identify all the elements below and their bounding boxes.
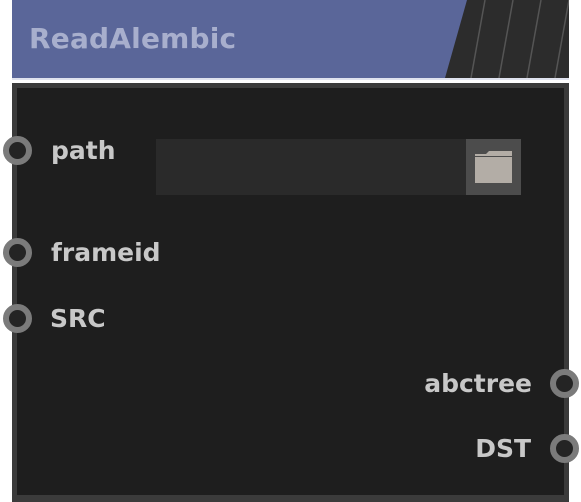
frameid-input-label: frameid <box>51 238 161 267</box>
src-input-port[interactable] <box>3 304 32 333</box>
dst-output-port[interactable] <box>550 434 579 463</box>
path-input-port[interactable] <box>3 136 32 165</box>
src-input-label: SRC <box>50 304 106 333</box>
node-title: ReadAlembic <box>29 22 237 55</box>
path-input-label: path <box>51 136 116 165</box>
path-field[interactable] <box>156 139 466 195</box>
header-divider <box>12 78 569 80</box>
folder-icon <box>475 151 512 183</box>
header-stripes-decoration <box>445 0 569 78</box>
abctree-output-label: abctree <box>424 369 532 398</box>
frameid-input-port[interactable] <box>3 238 32 267</box>
abctree-output-port[interactable] <box>550 369 579 398</box>
node-header[interactable]: ReadAlembic <box>12 0 569 78</box>
browse-folder-button[interactable] <box>466 139 521 195</box>
dst-output-label: DST <box>475 434 531 463</box>
